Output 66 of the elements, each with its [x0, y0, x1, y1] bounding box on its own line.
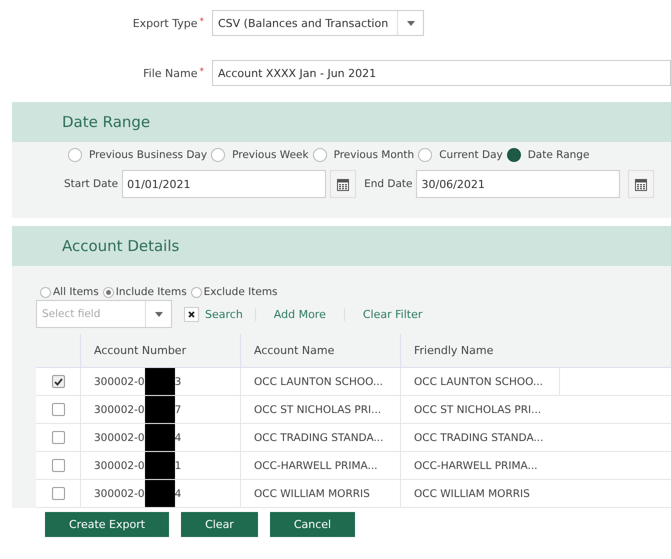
- file-name-field[interactable]: Account XXXX Jan - Jun 2021: [212, 60, 671, 86]
- row-checkbox[interactable]: [52, 431, 64, 444]
- radio-option[interactable]: Current Day: [418, 148, 503, 162]
- account-number-start: 300002-0: [94, 488, 145, 500]
- row-checkbox[interactable]: [52, 459, 64, 472]
- account-number-end: 3: [174, 376, 182, 388]
- field-label: Export Type *: [132, 16, 205, 30]
- account-number-end: 1: [174, 460, 182, 472]
- table-cell: OCC-HARWELL PRIMA...: [400, 452, 560, 479]
- table-cell: OCC-HARWELL PRIMA...: [240, 452, 400, 479]
- filter-link[interactable]: Clear Filter: [344, 308, 440, 320]
- action-button[interactable]: Create Export: [45, 512, 170, 537]
- close-icon: [188, 310, 195, 318]
- account-number-end: 7: [174, 404, 182, 416]
- filter-link[interactable]: Search: [205, 308, 255, 320]
- calendar-icon: [337, 178, 350, 190]
- row-checkbox[interactable]: [52, 375, 64, 388]
- account-number-end: 4: [174, 488, 182, 500]
- redaction-bar: [144, 424, 175, 451]
- caret-icon: [406, 20, 414, 26]
- calendar-icon: [635, 178, 648, 190]
- radio-option[interactable]: All Items: [40, 286, 99, 298]
- table-cell: OCC TRADING STANDA...: [240, 424, 400, 451]
- radio-option[interactable]: Exclude Items: [190, 286, 278, 298]
- section-title: Account Details: [62, 237, 180, 255]
- calendar-button[interactable]: [628, 170, 654, 198]
- table-cell: OCC ST NICHOLAS PRI...: [400, 396, 560, 423]
- radio-option[interactable]: Previous Business Day: [68, 148, 208, 162]
- radio-option[interactable]: Include Items: [102, 286, 187, 298]
- section-title: Date Range: [62, 113, 150, 131]
- table-cell: OCC LAUNTON SCHOO...: [400, 368, 560, 395]
- column-header[interactable]: Account Number: [80, 334, 240, 367]
- table-cell: OCC TRADING STANDA...: [400, 424, 560, 451]
- redaction-bar: [144, 480, 175, 507]
- check-icon: [54, 378, 62, 386]
- end-date-label: End Date: [364, 178, 412, 190]
- action-button[interactable]: Cancel: [270, 512, 356, 537]
- start-date-label: Start Date: [64, 178, 118, 190]
- redaction-bar: [144, 452, 175, 479]
- start-date-field[interactable]: 01/01/2021: [122, 170, 326, 198]
- end-date-field[interactable]: 30/06/2021: [416, 170, 620, 198]
- account-number-start: 300002-0: [94, 404, 145, 416]
- account-number-start: 300002-0: [94, 376, 145, 388]
- radio-option[interactable]: Previous Week: [211, 148, 309, 162]
- export-type-select[interactable]: CSV (Balances and Transaction: [212, 10, 424, 36]
- radio-option[interactable]: Previous Month: [312, 148, 414, 162]
- account-number-end: 4: [174, 432, 182, 444]
- table-cell: OCC LAUNTON SCHOO...: [240, 368, 400, 395]
- column-header[interactable]: Friendly Name: [400, 334, 671, 367]
- action-button[interactable]: Clear: [181, 512, 258, 537]
- radio-option[interactable]: Date Range: [506, 148, 590, 162]
- table-cell: OCC WILLIAM MORRIS: [400, 480, 560, 507]
- table-cell: OCC WILLIAM MORRIS: [240, 480, 400, 507]
- redaction-bar: [144, 368, 175, 395]
- row-checkbox[interactable]: [52, 487, 64, 500]
- column-header[interactable]: Account Name: [240, 334, 400, 367]
- account-number-start: 300002-0: [94, 460, 145, 472]
- redaction-bar: [144, 396, 175, 423]
- clear-button[interactable]: [184, 306, 199, 322]
- row-checkbox[interactable]: [52, 403, 64, 416]
- calendar-button[interactable]: [330, 170, 356, 198]
- table-cell: OCC ST NICHOLAS PRI...: [240, 396, 400, 423]
- caret-icon: [154, 312, 162, 316]
- account-number-start: 300002-0: [94, 432, 145, 444]
- filter-link[interactable]: Add More: [254, 308, 344, 320]
- field-label: File Name *: [142, 66, 205, 80]
